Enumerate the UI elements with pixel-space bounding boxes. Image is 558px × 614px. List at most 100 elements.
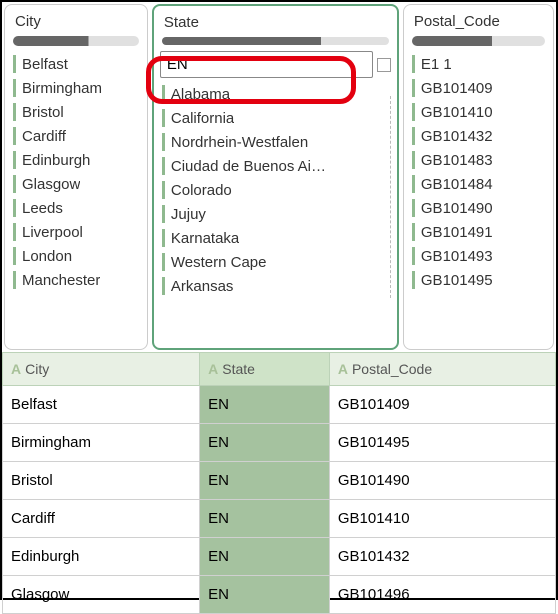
type-icon: A (11, 361, 21, 377)
city-item[interactable]: Bristol (11, 100, 141, 124)
cell-postal[interactable]: GB101409 (329, 386, 555, 424)
cell-state[interactable]: EN (200, 576, 330, 614)
state-item-label: Arkansas (171, 278, 234, 295)
tick-icon (13, 223, 16, 241)
state-item[interactable]: Colorado (160, 178, 391, 202)
postal-distribution-bar (412, 36, 545, 46)
state-item-label: Western Cape (171, 254, 267, 271)
postal-item-label: GB101495 (421, 272, 493, 289)
cell-postal[interactable]: GB101490 (329, 462, 555, 500)
city-item-label: Liverpool (22, 224, 83, 241)
city-item[interactable]: Liverpool (11, 220, 141, 244)
tick-icon (13, 151, 16, 169)
tick-icon (13, 247, 16, 265)
postal-item-label: GB101483 (421, 152, 493, 169)
city-item[interactable]: Leeds (11, 196, 141, 220)
state-item-label: Ciudad de Buenos Ai… (171, 158, 326, 175)
postal-item-label: E1 1 (421, 56, 452, 73)
state-filter-input[interactable] (160, 51, 373, 78)
tick-icon (412, 247, 415, 265)
postal-item[interactable]: GB101484 (410, 172, 547, 196)
tick-icon (162, 205, 165, 223)
city-item-label: Bristol (22, 104, 64, 121)
cell-postal[interactable]: GB101495 (329, 424, 555, 462)
tick-icon (162, 229, 165, 247)
cell-city[interactable]: Birmingham (3, 424, 200, 462)
tick-icon (412, 199, 415, 217)
tick-icon (162, 133, 165, 151)
tick-icon (412, 55, 415, 73)
column-header-state[interactable]: AState (200, 353, 330, 386)
postal-item[interactable]: E1 1 (410, 52, 547, 76)
cell-city[interactable]: Cardiff (3, 500, 200, 538)
table-row[interactable]: CardiffENGB101410 (3, 500, 556, 538)
postal-item[interactable]: GB101410 (410, 100, 547, 124)
column-header-city[interactable]: ACity (3, 353, 200, 386)
tick-icon (13, 55, 16, 73)
city-item[interactable]: Edinburgh (11, 148, 141, 172)
postal-item[interactable]: GB101409 (410, 76, 547, 100)
state-item[interactable]: Alabama (160, 82, 391, 106)
tick-icon (412, 79, 415, 97)
city-filter-panel: City BelfastBirmingham Bristol Cardiff Edin… (4, 4, 148, 350)
table-row[interactable]: GlasgowENGB101496 (3, 576, 556, 614)
tick-icon (412, 223, 415, 241)
tick-icon (13, 175, 16, 193)
cell-postal[interactable]: GB101410 (329, 500, 555, 538)
state-item[interactable]: Arkansas (160, 274, 391, 298)
city-item-label: Glasgow (22, 176, 80, 193)
table-row[interactable]: BristolENGB101490 (3, 462, 556, 500)
cell-city[interactable]: Bristol (3, 462, 200, 500)
state-item[interactable]: Ciudad de Buenos Ai… (160, 154, 391, 178)
tick-icon (162, 253, 165, 271)
state-item[interactable]: Western Cape (160, 250, 391, 274)
tick-icon (412, 175, 415, 193)
state-item-label: Nordrhein-Westfalen (171, 134, 308, 151)
state-filter-checkbox[interactable] (377, 58, 391, 72)
state-item[interactable]: Karnataka (160, 226, 391, 250)
tick-icon (13, 79, 16, 97)
city-item[interactable]: Birmingham (11, 76, 141, 100)
postal-item-label: GB101491 (421, 224, 493, 241)
city-item-label: Leeds (22, 200, 63, 217)
type-icon: A (338, 361, 348, 377)
tick-icon (412, 271, 415, 289)
cell-state[interactable]: EN (200, 500, 330, 538)
postal-item-label: GB101490 (421, 200, 493, 217)
cell-city[interactable]: Edinburgh (3, 538, 200, 576)
column-header-postal[interactable]: APostal_Code (329, 353, 555, 386)
state-distribution-bar (162, 37, 389, 45)
city-item[interactable]: Belfast (11, 52, 141, 76)
postal-item[interactable]: GB101490 (410, 196, 547, 220)
cell-state[interactable]: EN (200, 538, 330, 576)
state-item[interactable]: California (160, 106, 391, 130)
city-item[interactable]: London (11, 244, 141, 268)
postal-item[interactable]: GB101483 (410, 148, 547, 172)
postal-item[interactable]: GB101432 (410, 124, 547, 148)
city-item[interactable]: Glasgow (11, 172, 141, 196)
cell-state[interactable]: EN (200, 462, 330, 500)
cell-state[interactable]: EN (200, 386, 330, 424)
state-item[interactable]: Jujuy (160, 202, 391, 226)
tick-icon (162, 157, 165, 175)
city-item[interactable]: Cardiff (11, 124, 141, 148)
city-item-label: Cardiff (22, 128, 66, 145)
cell-state[interactable]: EN (200, 424, 330, 462)
cell-city[interactable]: Belfast (3, 386, 200, 424)
tick-icon (412, 103, 415, 121)
postal-item[interactable]: GB101493 (410, 244, 547, 268)
state-item[interactable]: Nordrhein-Westfalen (160, 130, 391, 154)
postal-item[interactable]: GB101495 (410, 268, 547, 292)
postal-item[interactable]: GB101491 (410, 220, 547, 244)
table-row[interactable]: BelfastENGB101409 (3, 386, 556, 424)
postal-item-label: GB101484 (421, 176, 493, 193)
table-row[interactable]: BirminghamENGB101495 (3, 424, 556, 462)
city-panel-header: City (11, 13, 141, 34)
cell-city[interactable]: Glasgow (3, 576, 200, 614)
state-item-label: California (171, 110, 234, 127)
cell-postal[interactable]: GB101496 (329, 576, 555, 614)
city-item[interactable]: Manchester (11, 268, 141, 292)
table-row[interactable]: EdinburghENGB101432 (3, 538, 556, 576)
cell-postal[interactable]: GB101432 (329, 538, 555, 576)
state-item-label: Alabama (171, 86, 230, 103)
